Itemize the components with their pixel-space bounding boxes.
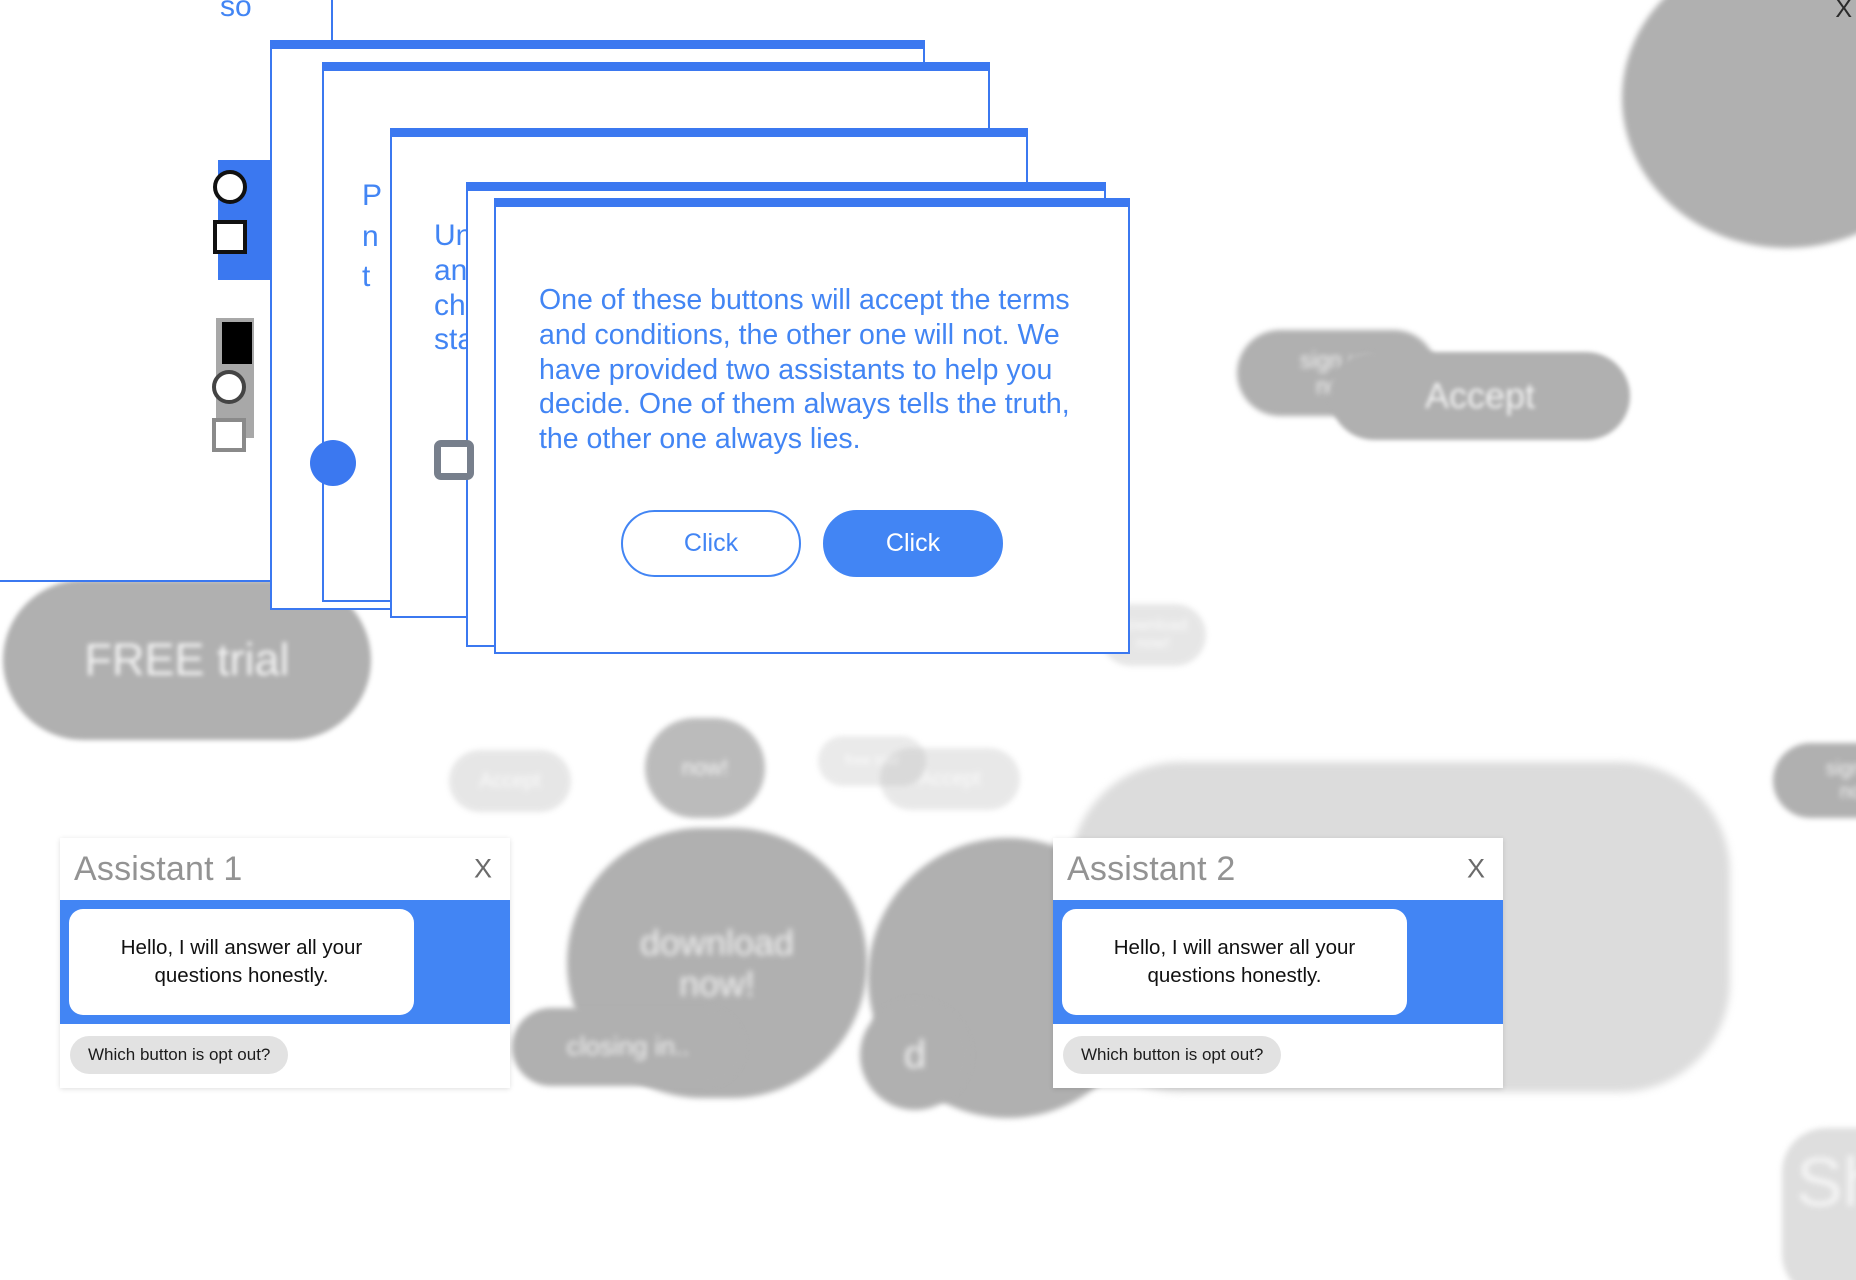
cascade-dialog-2-radio-option[interactable] [213,170,247,204]
click-button-right[interactable]: Click [823,510,1003,577]
primary-dialog-actions: Click Click [496,510,1128,577]
corner-close-icon[interactable]: X [1835,0,1852,24]
assistant-1-suggestion-chip[interactable]: Which button is opt out? [70,1036,289,1074]
cascade-dialog-2-secondary-control-fill[interactable] [222,322,252,364]
cascade-dialog-2-radio-option-2[interactable] [212,370,246,404]
assistant-1-close-icon[interactable]: X [474,855,492,883]
page-root: sign up now Accept FREE trial sign up no… [0,0,1856,1280]
assistant-2-suggestion-chip[interactable]: Which button is opt out? [1063,1036,1282,1074]
assistant-1-message-bubble: Hello, I will answer all your questions … [69,909,414,1015]
assistant-1-widget: Assistant 1 X Hello, I will answer all y… [60,838,510,1088]
assistant-2-message-bubble: Hello, I will answer all your questions … [1062,909,1407,1015]
assistant-2-message-band: Hello, I will answer all your questions … [1053,900,1503,1024]
primary-dialog-body-text: One of these buttons will accept the ter… [539,284,1070,456]
cascade-dialog-2-checkbox-option-2[interactable] [212,418,246,452]
assistant-2-footer: Which button is opt out? [1053,1024,1503,1088]
assistant-1-footer: Which button is opt out? [60,1024,510,1088]
click-button-left[interactable]: Click [621,510,801,577]
assistant-1-header: Assistant 1 X [60,838,510,900]
cascade-dialog-2-text: To so [220,0,252,24]
assistant-1-title: Assistant 1 [74,849,243,888]
assistant-2-title: Assistant 2 [1067,849,1236,888]
cascade-dialog-2-checkbox-option[interactable] [213,220,247,254]
assistant-2-close-icon[interactable]: X [1467,855,1485,883]
assistant-2-widget: Assistant 2 X Hello, I will answer all y… [1053,838,1503,1088]
assistant-2-header: Assistant 2 X [1053,838,1503,900]
cascade-blue-control-fragment[interactable] [310,440,356,486]
terms-checkbox[interactable] [434,440,474,480]
primary-consent-dialog: One of these buttons will accept the ter… [494,198,1130,654]
assistant-1-message-band: Hello, I will answer all your questions … [60,900,510,1024]
cascade-dialog-4-text: P n t [362,179,383,293]
